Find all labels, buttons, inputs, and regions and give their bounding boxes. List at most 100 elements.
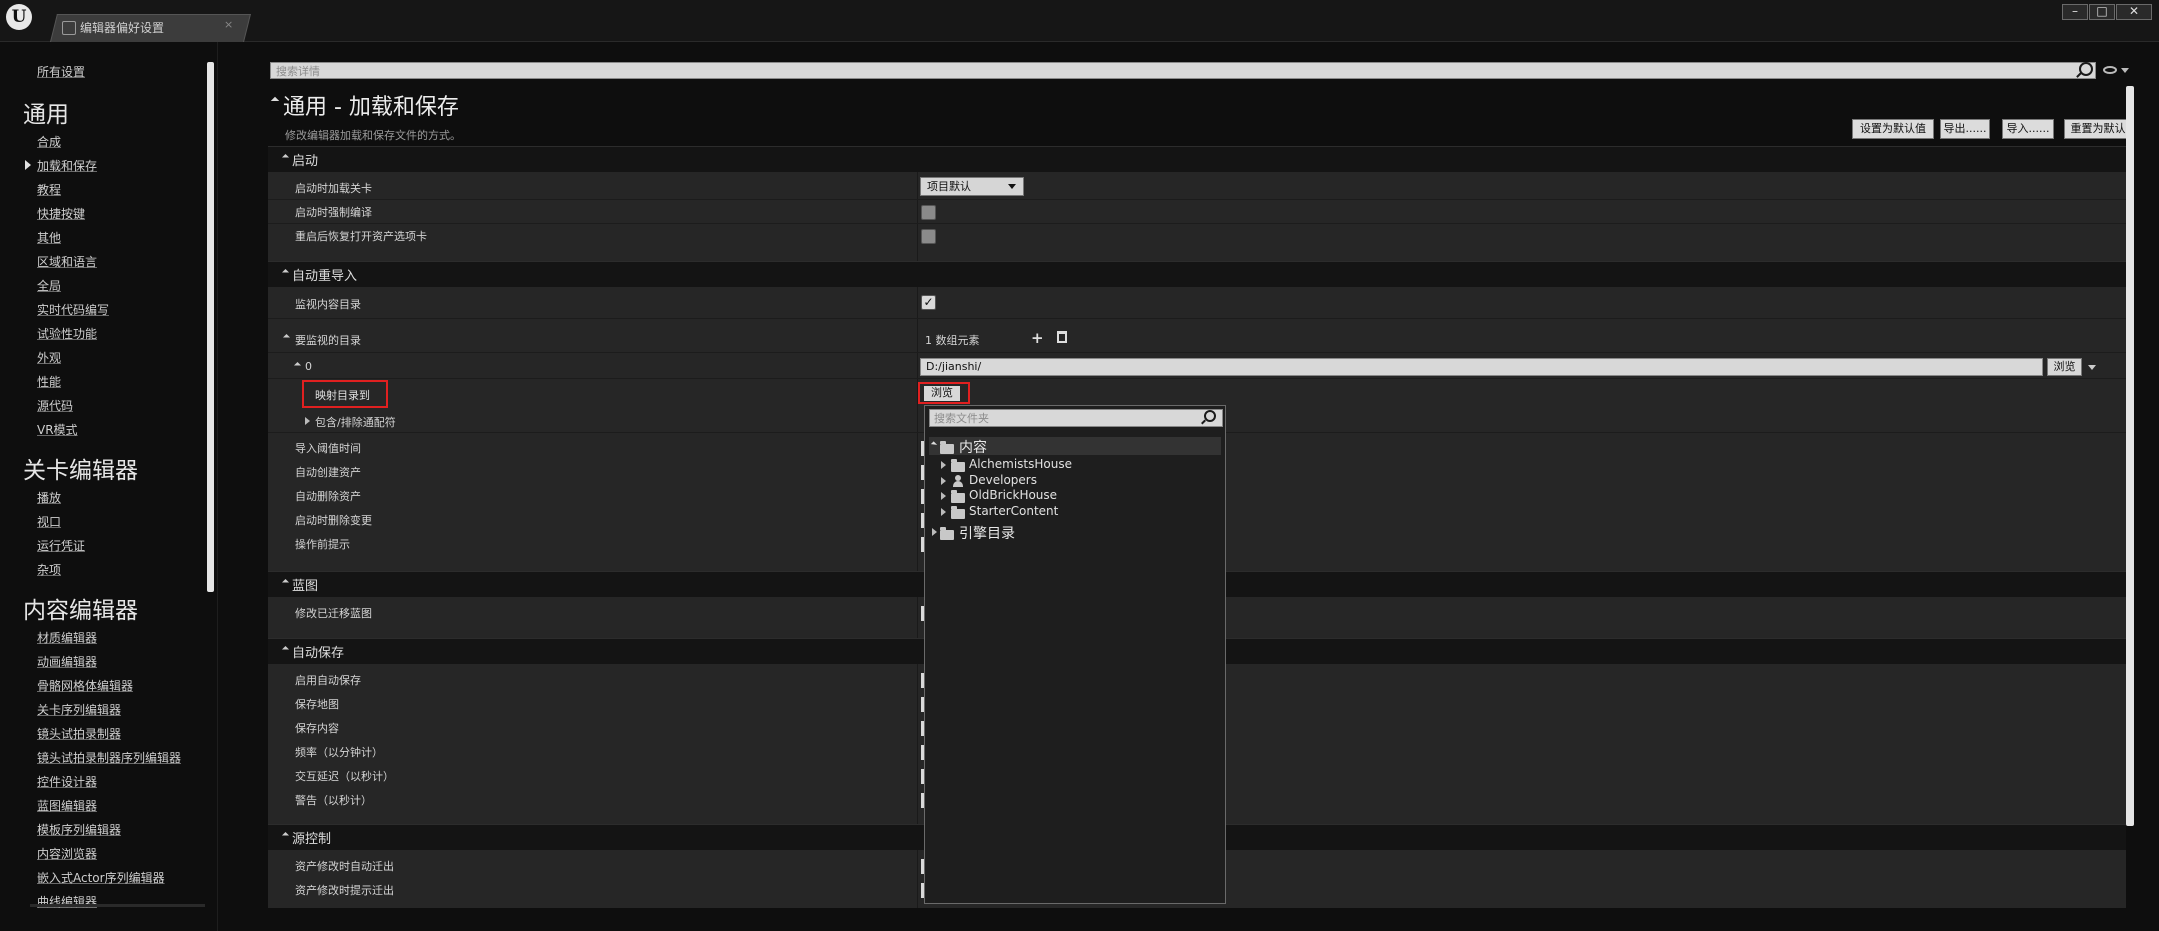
reset-to-default-button[interactable]: 重置为默认 [2064,119,2132,139]
sidebar-item[interactable]: 源代码 [37,397,73,414]
category-label: 自动保存 [292,646,345,661]
details-scrollbar[interactable] [2126,86,2134,826]
sidebar-item[interactable]: 曲线编辑器 [37,893,97,910]
sidebar-item[interactable]: 其他 [37,229,61,246]
array-count: 1 数组元素 [925,334,980,347]
sidebar-item[interactable]: 性能 [37,373,61,390]
add-element-icon[interactable]: + [1031,329,1044,347]
sidebar-item[interactable]: 播放 [37,489,61,506]
import-button[interactable]: 导入...... [2002,119,2054,139]
collapse-arrow-icon[interactable] [270,96,280,106]
set-as-default-button[interactable]: 设置为默认值 [1852,119,1934,139]
tree-item-content[interactable]: 内容 [959,437,987,457]
maximize-button[interactable]: □ [2089,4,2115,20]
export-button[interactable]: 导出...... [1940,119,1990,139]
sidebar-item[interactable]: 视口 [37,513,61,530]
sidebar-item[interactable]: 杂项 [37,561,61,578]
property-label: 保存内容 [295,722,339,735]
path-input[interactable]: D:/jianshi/ [920,358,2043,376]
checkbox[interactable] [921,205,936,220]
sidebar-item[interactable]: 教程 [37,181,61,198]
category-label: 源控制 [292,832,332,847]
row-separator [268,378,2126,379]
sidebar-item[interactable]: 内容浏览器 [37,845,97,862]
sidebar-heading-level-editor: 关卡编辑器 [23,458,138,484]
folder-icon [951,506,965,519]
settings-icon [62,21,76,35]
sidebar-item[interactable]: 镜头试拍录制器序列编辑器 [37,749,181,766]
expand-arrow-icon[interactable] [941,508,946,516]
sidebar-item[interactable]: 全局 [37,277,61,294]
sidebar-item[interactable]: 模板序列编辑器 [37,821,121,838]
path-browse-button[interactable]: 浏览 [2047,358,2082,376]
property-label: 警告（以秒计） [295,794,372,807]
tab-close-icon[interactable]: × [224,18,233,31]
sidebar-item[interactable]: VR模式 [37,421,78,438]
sidebar-item[interactable]: 嵌入式Actor序列编辑器 [37,869,165,886]
property-label: 资产修改时自动迁出 [295,860,394,873]
chevron-down-icon [1008,184,1016,189]
category-startup[interactable] [268,146,2126,172]
chevron-down-icon[interactable] [2121,68,2129,73]
row-separator [268,352,2126,353]
tree-item-engine[interactable]: 引擎目录 [959,523,1015,543]
tree-item-folder[interactable]: StarterContent [969,504,1058,518]
row-separator [268,199,2126,200]
expand-arrow-icon[interactable] [941,492,946,500]
property-label: 监视内容目录 [295,298,361,311]
sidebar-item[interactable]: 区域和语言 [37,253,97,270]
sidebar-item[interactable]: 加载和保存 [37,157,97,174]
sidebar-item[interactable]: 关卡序列编辑器 [37,701,121,718]
chevron-down-icon[interactable] [2088,365,2096,370]
expand-arrow-icon[interactable] [941,461,946,469]
checkbox[interactable] [921,229,936,244]
checkbox-checked[interactable]: ✓ [921,295,936,310]
sidebar-heading-general: 通用 [23,102,69,128]
sidebar-scrollbar[interactable] [207,62,214,592]
folder-icon [940,527,954,540]
sidebar-item[interactable]: 骨骼网格体编辑器 [37,677,133,694]
sidebar-heading-content-editor: 内容编辑器 [23,598,138,624]
sidebar-item[interactable]: 控件设计器 [37,773,97,790]
property-label: 自动删除资产 [295,490,361,503]
sidebar-item[interactable]: 实时代码编写 [37,301,109,318]
sidebar-item[interactable]: 蓝图编辑器 [37,797,97,814]
property-label: 保存地图 [295,698,339,711]
property-label: 导入阈值时间 [295,442,361,455]
row-separator [268,318,2126,319]
property-label: 包含/排除通配符 [315,416,396,429]
tree-item-folder[interactable]: Developers [969,473,1037,487]
tree-item-folder[interactable]: OldBrickHouse [969,488,1057,502]
category-auto-reimport[interactable] [268,261,2126,287]
sidebar-all-settings[interactable]: 所有设置 [37,63,85,80]
category-label: 启动 [292,154,319,169]
sidebar-item[interactable]: 运行凭证 [37,537,85,554]
trash-icon[interactable] [1057,331,1067,343]
folder-icon [951,459,965,472]
category-label: 自动重导入 [292,269,358,284]
minimize-button[interactable]: – [2062,4,2088,20]
category-label: 蓝图 [292,579,319,594]
expand-arrow-icon[interactable] [305,417,310,425]
tree-item-folder[interactable]: AlchemistsHouse [969,457,1072,471]
sidebar-item[interactable]: 镜头试拍录制器 [37,725,121,742]
title-bar [0,0,2159,42]
expand-arrow-icon[interactable] [941,477,946,485]
view-options-eye-icon[interactable] [2103,66,2117,74]
property-label: 修改已迁移蓝图 [295,607,372,620]
sidebar-item[interactable]: 外观 [37,349,61,366]
sidebar-item[interactable]: 动画编辑器 [37,653,97,670]
details-search-input[interactable] [270,62,2096,79]
sidebar-item[interactable]: 试验性功能 [37,325,97,342]
expand-arrow-icon[interactable] [932,528,937,536]
property-label: 要监视的目录 [295,334,361,347]
developers-person-icon [952,475,964,487]
sidebar-item[interactable]: 材质编辑器 [37,629,97,646]
property-label: 映射目录到 [315,389,370,402]
sidebar-item[interactable]: 快捷按键 [37,205,85,222]
close-window-button[interactable]: ✕ [2116,4,2152,20]
search-placeholder: 搜索详情 [276,65,320,78]
map-browse-button[interactable]: 浏览 [924,386,960,401]
property-label: 操作前提示 [295,538,350,551]
sidebar-item[interactable]: 合成 [37,133,61,150]
